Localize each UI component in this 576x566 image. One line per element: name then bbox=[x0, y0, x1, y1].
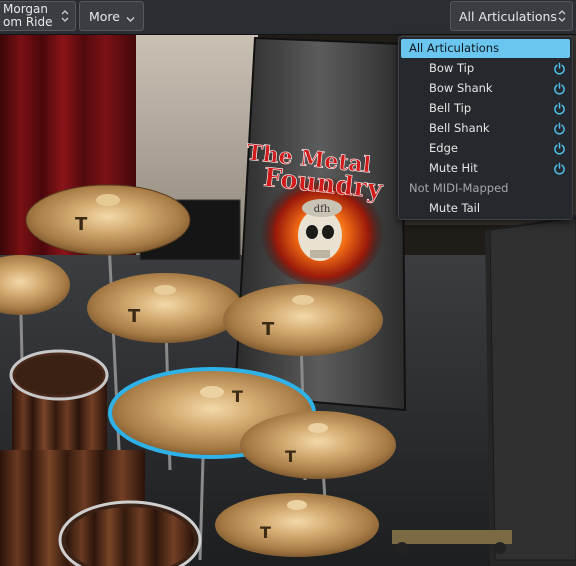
menu-item-bow-shank[interactable]: Bow Shank bbox=[401, 79, 570, 98]
instrument-name-line2: om Ride bbox=[3, 15, 53, 29]
power-icon[interactable] bbox=[553, 162, 566, 175]
svg-text:T: T bbox=[285, 447, 296, 466]
menu-item-label: Mute Hit bbox=[429, 161, 478, 175]
svg-text:T: T bbox=[262, 319, 275, 340]
articulation-dropdown-value: All Articulations bbox=[459, 9, 557, 24]
power-icon[interactable] bbox=[553, 82, 566, 95]
menu-item-all-articulations[interactable]: All Articulations bbox=[401, 39, 570, 58]
emblem-text: dfh bbox=[314, 204, 331, 215]
svg-text:T: T bbox=[75, 214, 88, 235]
svg-text:T: T bbox=[260, 523, 271, 542]
menu-item-label: Bow Shank bbox=[429, 81, 493, 95]
svg-text:T: T bbox=[232, 387, 243, 406]
svg-text:T: T bbox=[128, 306, 141, 327]
menu-item-label: Bell Tip bbox=[429, 101, 472, 115]
power-icon[interactable] bbox=[553, 62, 566, 75]
more-button-label: More bbox=[89, 9, 120, 24]
power-icon[interactable] bbox=[553, 142, 566, 155]
menu-section-label: Not MIDI-Mapped bbox=[409, 181, 509, 195]
menu-item-bow-tip[interactable]: Bow Tip bbox=[401, 59, 570, 78]
chevron-down-icon bbox=[126, 11, 135, 26]
stepper-chevrons-icon bbox=[61, 9, 69, 24]
articulation-dropdown[interactable]: All Articulations bbox=[450, 1, 573, 31]
menu-item-label: Mute Tail bbox=[429, 201, 481, 215]
menu-item-label: Bell Shank bbox=[429, 121, 490, 135]
dropdown-chevrons-icon bbox=[558, 9, 566, 24]
menu-item-label: All Articulations bbox=[409, 41, 500, 55]
menu-item-label: Bow Tip bbox=[429, 61, 475, 75]
menu-item-edge[interactable]: Edge bbox=[401, 139, 570, 158]
menu-item-bell-tip[interactable]: Bell Tip bbox=[401, 99, 570, 118]
more-menu-button[interactable]: More bbox=[79, 1, 144, 31]
menu-section-header-not-midi-mapped: Not MIDI-Mapped bbox=[401, 179, 570, 198]
menu-item-mute-hit[interactable]: Mute Hit bbox=[401, 159, 570, 178]
instrument-selector[interactable]: Morgan om Ride bbox=[0, 1, 76, 31]
menu-item-label: Edge bbox=[429, 141, 458, 155]
menu-item-bell-shank[interactable]: Bell Shank bbox=[401, 119, 570, 138]
menu-item-mute-tail[interactable]: Mute Tail bbox=[401, 199, 570, 218]
power-icon[interactable] bbox=[553, 122, 566, 135]
articulation-menu: All Articulations Bow Tip Bow Shank Bell… bbox=[398, 36, 573, 220]
power-icon[interactable] bbox=[553, 102, 566, 115]
